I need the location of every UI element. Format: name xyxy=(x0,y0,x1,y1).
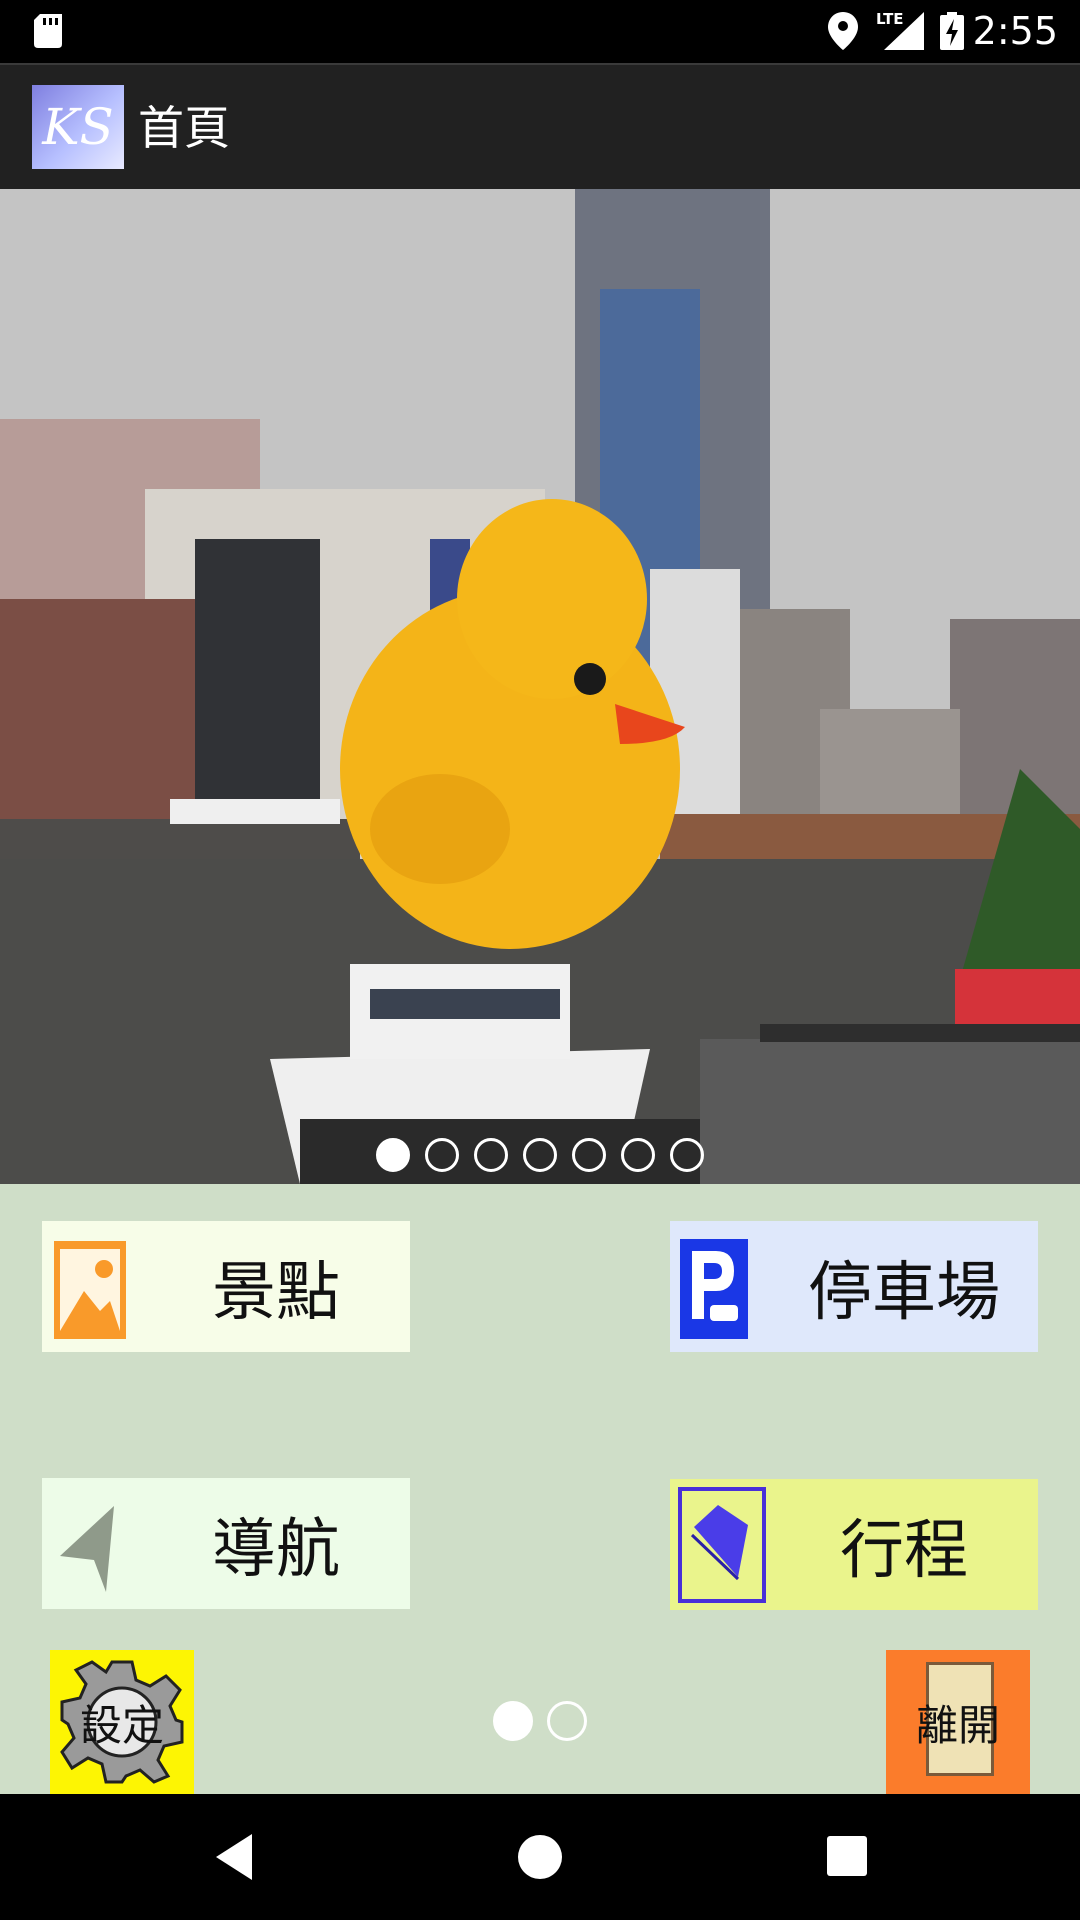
signal-icon xyxy=(884,12,924,50)
home-icon[interactable] xyxy=(515,1832,565,1882)
status-bar: LTE 2:55 xyxy=(0,0,1080,63)
carousel-dot-7[interactable] xyxy=(670,1138,704,1172)
back-icon[interactable] xyxy=(212,1832,262,1882)
carousel-dot-4[interactable] xyxy=(523,1138,557,1172)
parking-button[interactable]: 停車場 xyxy=(670,1221,1038,1352)
itinerary-label: 行程 xyxy=(840,1513,968,1588)
recents-icon[interactable] xyxy=(823,1832,873,1882)
page-dot-2[interactable] xyxy=(547,1701,587,1741)
hero-image-carousel[interactable] xyxy=(0,189,1080,1184)
exit-button[interactable]: 離開 xyxy=(886,1650,1030,1794)
page-title: 首頁 xyxy=(138,101,230,155)
carousel-dot-6[interactable] xyxy=(621,1138,655,1172)
harbor-photo xyxy=(0,189,1080,1184)
app-bar: KS 首頁 xyxy=(0,63,1080,189)
scenic-spots-label: 景點 xyxy=(212,1255,340,1330)
carousel-indicator xyxy=(0,1138,1080,1174)
carousel-dot-2[interactable] xyxy=(425,1138,459,1172)
navigation-button[interactable]: 導航 xyxy=(42,1478,410,1609)
system-navigation-bar xyxy=(0,1794,1080,1920)
navigation-arrow-icon xyxy=(60,1506,114,1592)
carousel-dot-3[interactable] xyxy=(474,1138,508,1172)
parking-label: 停車場 xyxy=(808,1255,1000,1330)
clock: 2:55 xyxy=(972,9,1058,53)
sd-card-icon xyxy=(34,14,62,48)
notebook-icon xyxy=(678,1487,766,1603)
location-icon xyxy=(828,12,858,50)
app-logo: KS xyxy=(32,85,124,169)
carousel-dot-5[interactable] xyxy=(572,1138,606,1172)
battery-charging-icon xyxy=(940,12,964,50)
exit-label: 離開 xyxy=(915,1700,1000,1750)
scenic-spots-button[interactable]: 景點 xyxy=(42,1221,410,1352)
parking-icon xyxy=(680,1239,748,1339)
itinerary-button[interactable]: 行程 xyxy=(670,1479,1038,1610)
carousel-dot-1[interactable] xyxy=(376,1138,410,1172)
scenery-icon xyxy=(54,1241,126,1339)
page-dot-1[interactable] xyxy=(493,1701,533,1741)
navigation-label: 導航 xyxy=(212,1512,340,1587)
